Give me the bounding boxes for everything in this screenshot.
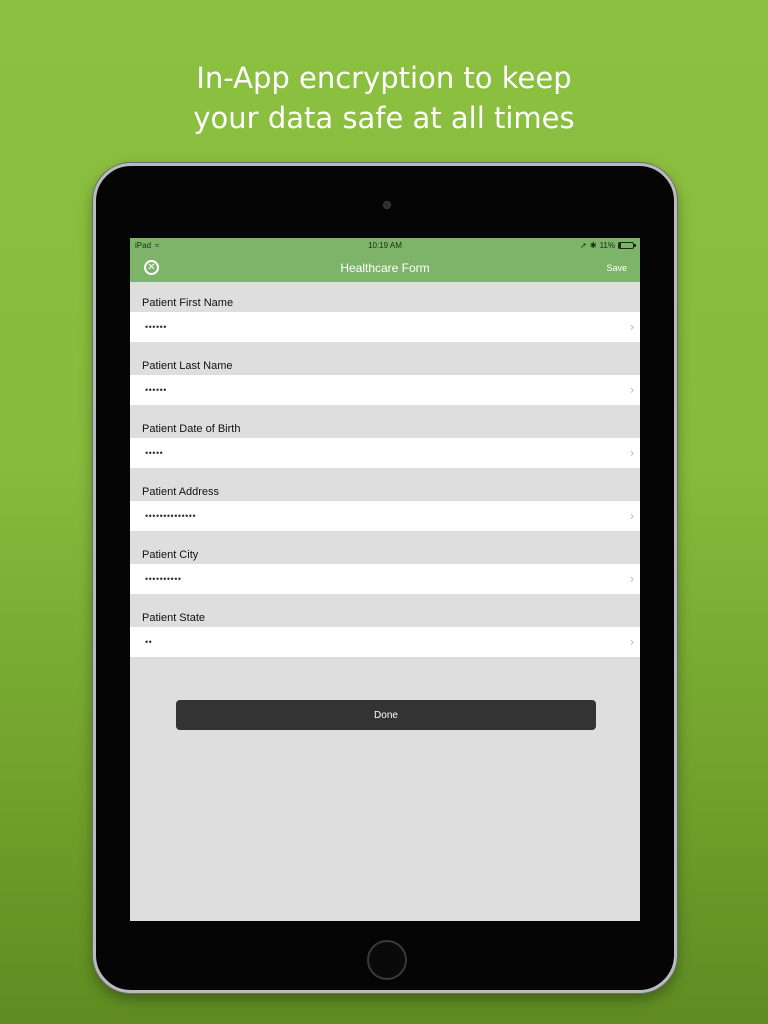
field-label: Patient City	[142, 549, 199, 561]
field-first-name: Patient First Name •••••• ›	[130, 282, 640, 345]
chevron-right-icon: ›	[629, 635, 635, 649]
battery-percent: 11%	[599, 241, 615, 250]
state-field[interactable]: •• ›	[130, 627, 640, 657]
save-button[interactable]: Save	[606, 263, 627, 273]
field-value: ••••••	[145, 385, 167, 395]
field-label: Patient Address	[142, 486, 220, 498]
status-bar: iPad ≈ 10:19 AM ➚ ✱ 11%	[130, 238, 640, 253]
chevron-right-icon: ›	[629, 509, 635, 523]
field-value: ••••••	[145, 322, 167, 332]
chevron-right-icon: ›	[629, 320, 635, 334]
field-last-name: Patient Last Name •••••• ›	[130, 345, 640, 408]
field-address: Patient Address •••••••••••••• ›	[130, 471, 640, 534]
field-label: Patient State	[142, 612, 205, 624]
location-icon: ➚	[580, 241, 587, 250]
app-screen: iPad ≈ 10:19 AM ➚ ✱ 11% ✕ Healthcare For…	[130, 238, 640, 921]
camera-icon	[383, 201, 391, 209]
home-button[interactable]	[367, 940, 407, 980]
field-value: •••••	[145, 448, 164, 458]
done-button[interactable]: Done	[176, 700, 596, 730]
healthcare-form: Patient First Name •••••• › Patient Last…	[130, 282, 640, 660]
chevron-right-icon: ›	[629, 383, 635, 397]
nav-title: Healthcare Form	[340, 261, 430, 275]
nav-bar: ✕ Healthcare Form Save	[130, 253, 640, 282]
address-field[interactable]: •••••••••••••• ›	[130, 501, 640, 531]
promo-line-2: your data safe at all times	[193, 101, 575, 135]
status-time: 10:19 AM	[368, 241, 402, 250]
chevron-right-icon: ›	[629, 446, 635, 460]
ipad-frame: iPad ≈ 10:19 AM ➚ ✱ 11% ✕ Healthcare For…	[93, 163, 677, 993]
battery-icon	[618, 242, 636, 249]
promo-headline: In-App encryption to keep your data safe…	[0, 58, 768, 138]
field-value: ••	[145, 637, 153, 647]
promo-line-1: In-App encryption to keep	[196, 61, 572, 95]
field-date-of-birth: Patient Date of Birth ••••• ›	[130, 408, 640, 471]
field-label: Patient Last Name	[142, 360, 233, 372]
chevron-right-icon: ›	[629, 572, 635, 586]
bluetooth-icon: ✱	[589, 241, 597, 250]
city-field[interactable]: •••••••••• ›	[130, 564, 640, 594]
date-of-birth-field[interactable]: ••••• ›	[130, 438, 640, 468]
field-label: Patient First Name	[142, 297, 234, 309]
field-value: ••••••••••	[145, 574, 182, 584]
field-label: Patient Date of Birth	[142, 423, 241, 435]
field-state: Patient State •• ›	[130, 597, 640, 660]
field-city: Patient City •••••••••• ›	[130, 534, 640, 597]
first-name-field[interactable]: •••••• ›	[130, 312, 640, 342]
last-name-field[interactable]: •••••• ›	[130, 375, 640, 405]
field-value: ••••••••••••••	[145, 511, 197, 521]
